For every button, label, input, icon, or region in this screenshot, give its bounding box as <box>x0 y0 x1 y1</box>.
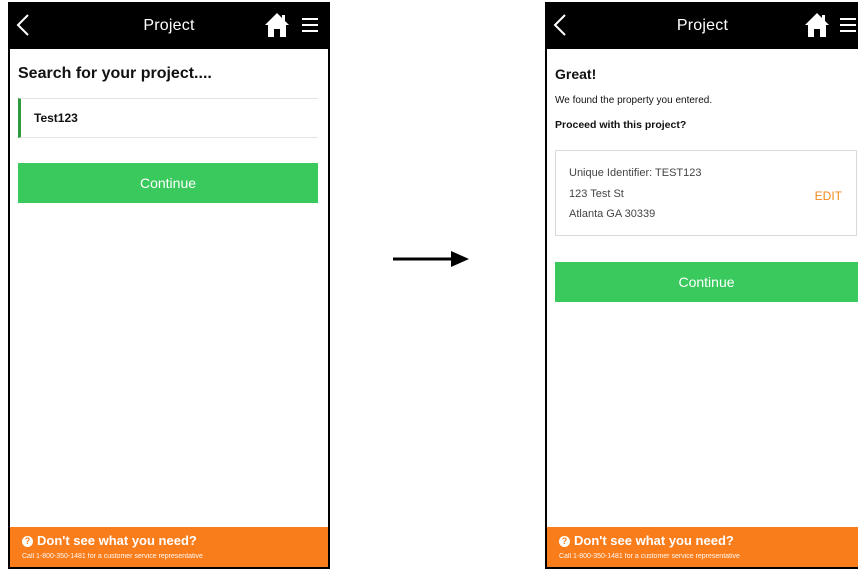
help-footer-title: Don't see what you need? <box>574 533 734 548</box>
help-footer-title-row: ? Don't see what you need? <box>559 533 734 548</box>
property-card: Unique Identifier: TEST123 123 Test St A… <box>555 150 857 236</box>
edit-link[interactable]: EDIT <box>815 189 842 203</box>
project-search-field[interactable] <box>18 98 318 138</box>
help-footer[interactable]: ? Don't see what you need? Call 1-800-350… <box>547 527 858 567</box>
help-footer-phone[interactable]: Call 1-800-350-1481 for a customer servi… <box>22 553 203 560</box>
property-street: 123 Test St <box>569 188 624 200</box>
question-circle-icon: ? <box>22 536 33 547</box>
home-icon[interactable] <box>264 12 290 38</box>
proceed-prompt: Proceed with this project? <box>555 119 687 131</box>
hamburger-menu-icon[interactable] <box>302 18 318 32</box>
arrow-right-icon <box>393 251 469 267</box>
property-identifier: Unique Identifier: TEST123 <box>569 167 702 179</box>
help-footer-phone[interactable]: Call 1-800-350-1481 for a customer servi… <box>559 553 740 560</box>
great-heading: Great! <box>555 66 597 82</box>
continue-button[interactable]: Continue <box>555 262 858 302</box>
top-bar: Project <box>10 4 328 49</box>
found-message: We found the property you entered. <box>555 95 713 106</box>
confirm-project-screen: Project Great! We found the property you… <box>545 2 858 569</box>
home-icon[interactable] <box>804 12 830 38</box>
help-footer-title-row: ? Don't see what you need? <box>22 533 197 548</box>
help-footer[interactable]: ? Don't see what you need? Call 1-800-350… <box>10 527 328 567</box>
property-city: Atlanta GA 30339 <box>569 208 656 220</box>
top-bar: Project <box>547 4 858 49</box>
continue-button[interactable]: Continue <box>18 163 318 203</box>
search-project-screen: Project Search for your project.... Cont… <box>8 2 330 569</box>
question-circle-icon: ? <box>559 536 570 547</box>
search-heading: Search for your project.... <box>18 65 212 82</box>
project-search-input[interactable] <box>34 111 294 125</box>
hamburger-menu-icon[interactable] <box>840 18 856 32</box>
help-footer-title: Don't see what you need? <box>37 533 197 548</box>
